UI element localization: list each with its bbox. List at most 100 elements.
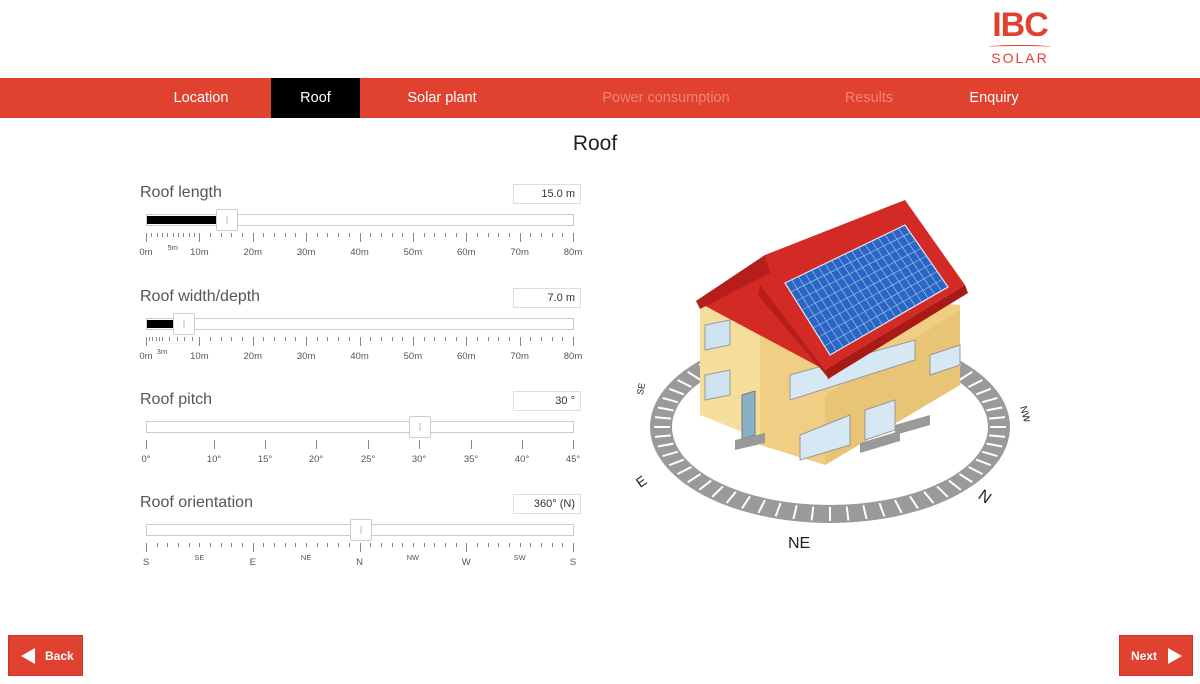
roof-orientation-scale: S SE E NE N NW W SW S (142, 543, 577, 573)
orientation-tick-label: NW (406, 553, 420, 562)
tab-solar-plant[interactable]: Solar plant (372, 78, 512, 118)
pitch-major-tick (146, 440, 147, 449)
width-tick-label: 70m (510, 351, 529, 362)
pitch-major-tick (316, 440, 317, 449)
pitch-major-tick (214, 440, 215, 449)
roof-length-scale: 0m 5m 10m 20m 30m 40m 50m 60m 70m 80m (139, 233, 582, 263)
orientation-minor-tick (284, 543, 286, 547)
pitch-tick-label: 30° (411, 454, 427, 465)
orientation-minor-tick (455, 543, 457, 547)
orientation-minor-tick (508, 543, 510, 547)
pitch-major-tick (471, 440, 472, 449)
page-title: Roof (572, 132, 618, 155)
logo-solar-text: SOLAR (991, 50, 1049, 66)
pitch-tick-label: 10° (206, 454, 222, 465)
length-minor-tick (434, 233, 436, 237)
roof-orientation-slider[interactable] (146, 519, 574, 541)
width-minor-tick (434, 337, 436, 341)
svg-text:SE: SE (635, 382, 647, 396)
length-tick-label: 30m (296, 247, 316, 258)
length-minor-tick (231, 233, 233, 237)
width-major-tick (199, 337, 201, 346)
width-major-tick (412, 337, 414, 346)
orientation-minor-tick (370, 543, 372, 547)
orientation-minor-tick (498, 543, 500, 547)
orientation-minor-tick (402, 543, 404, 547)
length-minor-tick (562, 233, 564, 237)
length-minor-tick (348, 233, 350, 237)
width-minor-tick (530, 337, 532, 341)
pitch-major-tick (265, 440, 266, 449)
house-illustration: NE N NW E SE (633, 200, 1030, 552)
width-minor-tick (242, 337, 244, 341)
orientation-minor-tick (434, 543, 436, 547)
orientation-major-tick (412, 543, 414, 547)
width-minor-tick (562, 337, 564, 341)
length-tick-label: 40m (350, 247, 369, 258)
orientation-minor-tick (210, 543, 212, 547)
compass-label-nw: NW (1017, 405, 1030, 424)
svg-text:NW: NW (1017, 405, 1030, 424)
orientation-major-tick (199, 543, 201, 547)
roof-width-slider[interactable] (146, 313, 574, 335)
orientation-minor-tick (188, 543, 190, 547)
length-tick-label: 5m (167, 243, 178, 252)
length-minor-tick (284, 233, 286, 237)
roof-width-value[interactable]: 7.0 m (513, 288, 581, 308)
tab-location[interactable]: Location (131, 78, 271, 118)
pitch-tick-label: 40° (514, 454, 530, 465)
orientation-minor-tick (220, 543, 222, 547)
roof-length-fill (147, 216, 227, 224)
pitch-tick-label: 20° (308, 454, 324, 465)
roof-length-value[interactable]: 15.0 m (513, 184, 581, 204)
width-minor-tick (169, 337, 171, 341)
orientation-major-tick (573, 543, 574, 552)
length-major-tick (252, 233, 254, 242)
width-minor-tick (149, 337, 151, 341)
next-button[interactable]: Next (1119, 635, 1193, 676)
length-minor-tick (242, 233, 244, 237)
orientation-minor-tick (348, 543, 350, 547)
tab-roof[interactable]: Roof (271, 78, 360, 118)
roof-orientation-value[interactable]: 360° (N) (513, 494, 581, 514)
width-minor-tick (284, 337, 286, 341)
roof-length-handle[interactable] (216, 209, 238, 231)
roof-pitch-handle[interactable] (409, 416, 431, 438)
orientation-minor-tick (391, 543, 393, 547)
width-tick-label: 3m (156, 347, 168, 356)
tab-enquiry[interactable]: Enquiry (944, 78, 1044, 118)
roof-pitch-label: Roof pitch (140, 391, 213, 408)
orientation-tick-label: S (142, 557, 150, 568)
roof-orientation-handle[interactable] (349, 519, 372, 541)
length-major-tick (172, 233, 174, 237)
length-major-tick (146, 233, 147, 242)
orientation-tick-label: SW (513, 553, 526, 562)
pitch-major-tick (368, 440, 369, 449)
back-button[interactable]: Back (8, 635, 83, 676)
compass-label-e: E (633, 472, 650, 490)
roof-pitch-value[interactable]: 30 ° (513, 391, 581, 411)
orientation-major-tick (306, 543, 308, 547)
width-tick-label: 80m (563, 351, 583, 362)
compass-label-se: SE (635, 382, 647, 396)
length-major-tick (412, 233, 414, 242)
width-minor-tick (152, 337, 154, 341)
length-minor-tick (498, 233, 500, 237)
next-button-label: Next (1131, 649, 1158, 663)
roof-length-slider[interactable] (146, 209, 574, 231)
orientation-tick-label: S (569, 557, 577, 568)
orientation-minor-tick (530, 543, 532, 547)
width-major-tick (306, 337, 308, 346)
width-minor-tick (338, 337, 340, 341)
length-minor-tick (194, 233, 196, 237)
width-major-tick (252, 337, 254, 346)
length-minor-tick (540, 233, 542, 237)
svg-text:N: N (975, 487, 994, 508)
roof-pitch-slider[interactable] (146, 416, 574, 438)
length-minor-tick (295, 233, 297, 237)
width-minor-tick (210, 337, 212, 341)
step-navigation: Location Roof Solar plant Power consumpt… (0, 78, 1200, 118)
width-minor-tick (551, 337, 553, 341)
length-minor-tick (370, 233, 372, 237)
roof-width-handle[interactable] (173, 313, 195, 335)
